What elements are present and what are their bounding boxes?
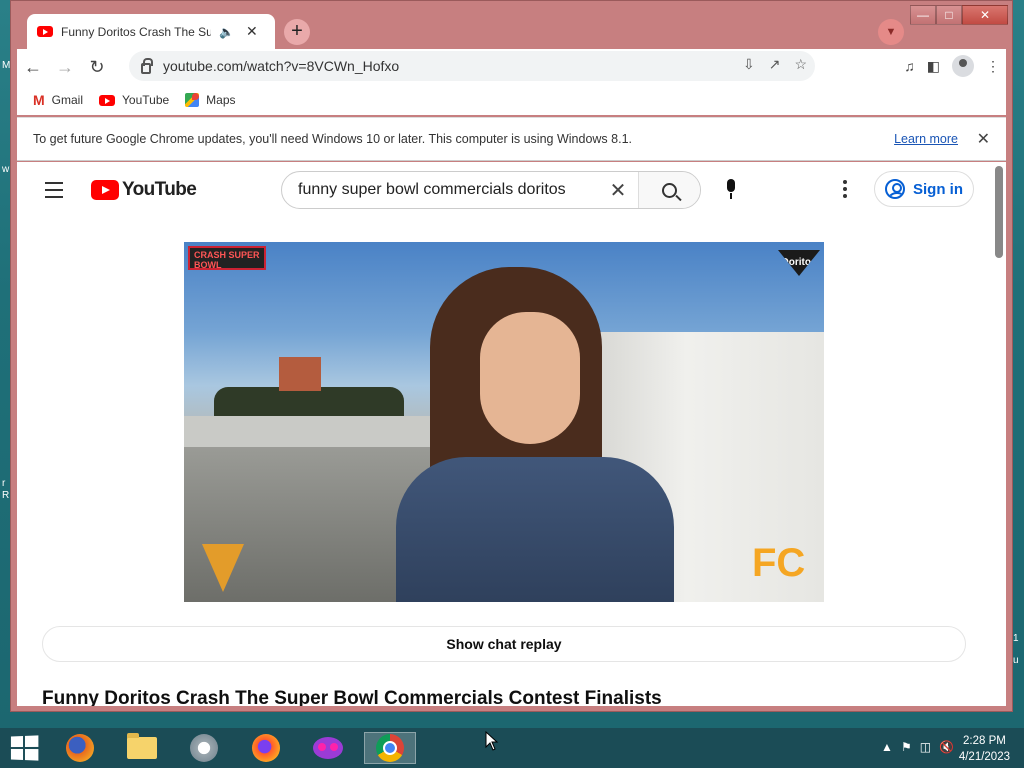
youtube-favicon-icon xyxy=(37,26,53,37)
firefox-icon xyxy=(66,734,94,762)
desktop-icon-label-fragment: w xyxy=(2,164,10,175)
settings-menu-icon[interactable] xyxy=(843,180,847,201)
close-infobar-icon[interactable]: ✕ xyxy=(977,129,990,149)
media-control-icon[interactable]: ♫ xyxy=(904,58,915,74)
video-trees xyxy=(214,387,404,417)
desktop-icon-label-fragment: u xyxy=(1013,655,1019,666)
search-box: funny super bowl commercials doritos ✕ xyxy=(281,171,701,209)
new-tab-button[interactable]: + xyxy=(284,19,310,45)
volume-muted-icon[interactable]: 🔇 xyxy=(939,740,954,754)
desktop-icon-label-fragment: R xyxy=(2,490,10,501)
taskbar: ▲ ⚑ ◫ 🔇 2:28 PM 4/21/2023 xyxy=(0,728,1024,768)
gmail-icon: M xyxy=(33,92,45,108)
bookmark-label: Gmail xyxy=(51,93,84,107)
firefox-nightly-icon xyxy=(252,734,280,762)
video-building xyxy=(279,357,321,391)
youtube-logo[interactable]: YouTube xyxy=(91,179,197,201)
start-button[interactable] xyxy=(10,735,39,761)
infobar-text: To get future Google Chrome updates, you… xyxy=(33,132,632,146)
tab-title: Funny Doritos Crash The Super Bowl Comme… xyxy=(61,24,211,39)
account-icon xyxy=(885,179,905,199)
share-icon[interactable]: ↗ xyxy=(769,56,781,73)
page-content: YouTube funny super bowl commercials dor… xyxy=(17,162,1006,706)
desktop-icon-label-fragment: r xyxy=(2,478,6,489)
clear-search-icon[interactable]: ✕ xyxy=(598,178,638,203)
lock-icon[interactable] xyxy=(141,57,153,74)
taskbar-thunderbird[interactable] xyxy=(178,732,230,764)
bookmark-label: Maps xyxy=(206,93,236,107)
side-panel-icon[interactable]: ◧ xyxy=(927,58,940,75)
hamburger-menu-icon[interactable] xyxy=(45,182,63,203)
clock[interactable]: 2:28 PM 4/21/2023 xyxy=(959,733,1010,765)
update-infobar: To get future Google Chrome updates, you… xyxy=(17,117,1006,161)
microphone-icon[interactable] xyxy=(721,177,741,203)
youtube-logo-text: YouTube xyxy=(122,179,197,200)
profile-avatar-icon[interactable] xyxy=(952,55,974,77)
browser-toolbar: ← → ↻ youtube.com/watch?v=8VCWn_Hofxo ⇩ … xyxy=(17,49,1006,85)
back-button[interactable]: ← xyxy=(17,51,49,83)
taskbar-privacy-browser[interactable] xyxy=(302,732,354,764)
mouse-cursor-icon xyxy=(485,731,499,751)
address-bar[interactable]: youtube.com/watch?v=8VCWn_Hofxo ⇩ ↗ ☆ xyxy=(129,51,815,81)
sign-in-label: Sign in xyxy=(913,180,963,198)
chrome-window: — □ ✕ Funny Doritos Crash The Super Bowl… xyxy=(10,0,1013,712)
bookmark-youtube[interactable]: YouTube xyxy=(99,93,169,107)
clock-date: 4/21/2023 xyxy=(958,751,1010,763)
action-center-flag-icon[interactable]: ⚑ xyxy=(901,740,912,754)
speaker-icon[interactable]: 🔈 xyxy=(219,25,234,39)
url-text[interactable]: youtube.com/watch?v=8VCWn_Hofxo xyxy=(163,58,399,74)
reload-button[interactable]: ↻ xyxy=(81,51,113,83)
video-title: Funny Doritos Crash The Super Bowl Comme… xyxy=(42,688,662,706)
youtube-header: YouTube funny super bowl commercials dor… xyxy=(17,162,992,218)
taskbar-file-explorer[interactable] xyxy=(116,732,168,764)
network-icon[interactable]: ◫ xyxy=(920,740,931,754)
desktop-icon-label-fragment: 1 xyxy=(1013,633,1019,644)
privacy-mask-icon xyxy=(313,737,343,759)
bookmark-label: YouTube xyxy=(122,93,170,107)
window-controls: — □ ✕ xyxy=(910,5,1008,25)
youtube-logo-icon xyxy=(91,180,119,200)
crash-super-bowl-logo: CRASH SUPER BOWL xyxy=(188,246,266,270)
chrome-menu-icon[interactable]: ⋮ xyxy=(986,58,1000,75)
youtube-icon xyxy=(99,94,116,106)
bookmark-gmail[interactable]: M Gmail xyxy=(33,92,83,108)
video-person-jacket xyxy=(396,457,674,602)
minimize-button[interactable]: — xyxy=(910,5,936,25)
bookmarks-bar: M Gmail YouTube Maps xyxy=(17,85,1006,115)
show-chat-replay-button[interactable]: Show chat replay xyxy=(42,626,966,662)
show-hidden-icons-icon[interactable]: ▲ xyxy=(881,740,893,754)
maximize-button[interactable]: □ xyxy=(936,5,962,25)
doritos-logo: Doritos xyxy=(778,250,820,276)
close-tab-icon[interactable]: ✕ xyxy=(246,23,258,40)
search-button[interactable] xyxy=(638,172,700,208)
taskbar-firefox[interactable] xyxy=(54,732,106,764)
thunderbird-icon xyxy=(190,734,218,762)
maps-icon xyxy=(185,93,200,107)
tab-search-button[interactable]: ▼ xyxy=(878,19,904,45)
scrollbar-thumb[interactable] xyxy=(995,166,1003,258)
browser-tab[interactable]: Funny Doritos Crash The Super Bowl Comme… xyxy=(27,14,275,49)
page-scrollbar[interactable] xyxy=(992,162,1006,706)
forward-button[interactable]: → xyxy=(49,51,81,83)
file-explorer-icon xyxy=(127,733,157,759)
bookmark-star-icon[interactable]: ☆ xyxy=(794,56,807,73)
taskbar-chrome[interactable] xyxy=(364,732,416,764)
system-tray: ▲ ⚑ ◫ 🔇 xyxy=(881,740,954,754)
search-input[interactable]: funny super bowl commercials doritos xyxy=(282,181,598,199)
clock-time: 2:28 PM xyxy=(963,735,1006,747)
video-person-face xyxy=(480,312,580,444)
search-icon xyxy=(662,182,677,198)
learn-more-link[interactable]: Learn more xyxy=(894,132,958,146)
video-player[interactable]: CRASH SUPER BOWL Doritos FC xyxy=(184,242,824,602)
install-app-icon[interactable]: ⇩ xyxy=(743,56,755,73)
taskbar-firefox-nightly[interactable] xyxy=(240,732,292,764)
fc-watermark: FC xyxy=(752,541,806,585)
chrome-icon xyxy=(376,734,404,762)
close-window-button[interactable]: ✕ xyxy=(962,5,1008,25)
bookmark-maps[interactable]: Maps xyxy=(185,93,236,107)
sign-in-button[interactable]: Sign in xyxy=(874,171,974,207)
